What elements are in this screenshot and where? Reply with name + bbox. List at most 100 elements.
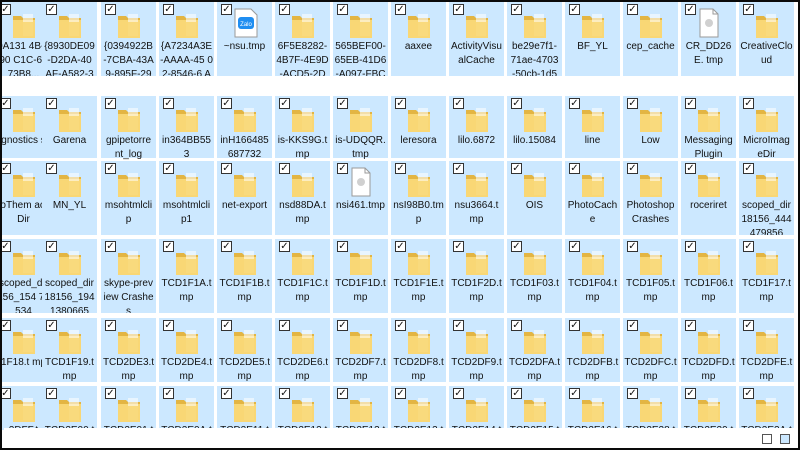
select-checkbox[interactable]: ✓ xyxy=(453,4,464,15)
file-item[interactable]: ✓ TCD1F04.t mp xyxy=(565,239,620,313)
select-checkbox[interactable]: ✓ xyxy=(46,241,57,252)
select-checkbox[interactable]: ✓ xyxy=(685,4,696,15)
select-checkbox[interactable]: ✓ xyxy=(627,4,638,15)
file-item[interactable]: ✓TCD2E01.t xyxy=(101,386,156,430)
select-checkbox[interactable]: ✓ xyxy=(279,320,290,331)
select-checkbox[interactable]: ✓ xyxy=(337,320,348,331)
file-item[interactable]: ✓ leresora xyxy=(391,96,446,158)
select-checkbox[interactable]: ✓ xyxy=(743,388,754,399)
select-checkbox[interactable]: ✓ xyxy=(46,98,57,109)
select-checkbox[interactable]: ✓ xyxy=(627,98,638,109)
file-item[interactable]: ✓ BF_YL xyxy=(565,2,620,76)
file-item[interactable]: ✓ Garena xyxy=(42,96,97,158)
file-item[interactable]: ✓ is-KKS9G.t mp xyxy=(275,96,330,160)
select-checkbox[interactable]: ✓ xyxy=(395,98,406,109)
select-checkbox[interactable]: ✓ xyxy=(337,241,348,252)
file-item[interactable]: ✓ msohtmlcli p xyxy=(101,161,156,235)
select-checkbox[interactable]: ✓ xyxy=(569,4,580,15)
select-checkbox[interactable]: ✓ xyxy=(453,163,464,174)
file-item[interactable]: ✓ TCD1F05.t mp xyxy=(623,239,678,313)
select-checkbox[interactable]: ✓ xyxy=(337,388,348,399)
select-checkbox[interactable]: ✓ xyxy=(511,98,522,109)
file-item[interactable]: ✓TCD2E0A.t xyxy=(159,386,214,430)
file-item[interactable]: ✓ MN_YL xyxy=(42,161,97,235)
file-item[interactable]: ✓ msohtmlcli p1 xyxy=(159,161,214,235)
select-checkbox[interactable]: ✓ xyxy=(163,163,174,174)
select-checkbox[interactable]: ✓ xyxy=(569,163,580,174)
file-item[interactable]: ✓ TCD2DFE.t mp xyxy=(739,318,794,382)
file-item[interactable]: ✓ nsi461.tmp xyxy=(333,161,388,235)
select-checkbox[interactable]: ✓ xyxy=(105,4,116,15)
select-checkbox[interactable]: ✓ xyxy=(105,98,116,109)
select-checkbox[interactable]: ✓ xyxy=(105,320,116,331)
select-checkbox[interactable]: ✓ xyxy=(105,388,116,399)
file-item[interactable]: ✓ TCD2DFC.t mp xyxy=(623,318,678,382)
select-checkbox[interactable]: ✓ xyxy=(337,98,348,109)
file-item[interactable]: ✓ Low xyxy=(623,96,678,158)
file-item[interactable]: ✓ TCD1F19.t mp xyxy=(42,318,97,382)
file-item[interactable]: ✓ TCD2DF7.t mp xyxy=(333,318,388,382)
select-checkbox[interactable]: ✓ xyxy=(46,388,57,399)
file-item[interactable]: ✓ be29e7f1- 71ae-4703 -50cb-1d5 2be512f51 xyxy=(507,2,562,76)
select-checkbox[interactable]: ✓ xyxy=(627,320,638,331)
select-checkbox[interactable]: ✓ xyxy=(743,163,754,174)
file-item[interactable]: ✓ ActivityVisu alCache xyxy=(449,2,504,76)
select-checkbox[interactable]: ✓ xyxy=(46,4,57,15)
file-item[interactable]: ✓ TCD1F17.t mp xyxy=(739,239,794,313)
select-checkbox[interactable]: ✓ xyxy=(743,4,754,15)
select-checkbox[interactable]: ✓ xyxy=(395,4,406,15)
select-checkbox[interactable]: ✓ xyxy=(337,4,348,15)
file-item[interactable]: ✓ skype-prev iew Crashes xyxy=(101,239,156,313)
select-checkbox[interactable]: ✓ xyxy=(511,163,522,174)
file-item[interactable]: ✓ inH166485 687732 xyxy=(217,96,272,160)
file-item[interactable]: ✓ TCD1F1D.t mp xyxy=(333,239,388,313)
file-item[interactable]: ✓TCD2E2A.t xyxy=(739,386,794,430)
file-item[interactable]: ✓ lilo.6872 xyxy=(449,96,504,158)
file-item[interactable]: ✓ Zalo ~nsu.tmp xyxy=(217,2,272,76)
select-checkbox[interactable]: ✓ xyxy=(627,388,638,399)
file-item[interactable]: ✓ MicroImag eDir xyxy=(739,96,794,160)
file-item[interactable]: ✓TCD2E11.t xyxy=(217,386,272,430)
select-checkbox[interactable]: ✓ xyxy=(163,241,174,252)
select-checkbox[interactable]: ✓ xyxy=(569,98,580,109)
file-item[interactable]: ✓TCD2E28.t xyxy=(623,386,678,430)
select-checkbox[interactable]: ✓ xyxy=(685,241,696,252)
file-item[interactable]: ✓ 6F5E8282- 4B7F-4E9D -ACD5-2D ECC8146... xyxy=(275,2,330,76)
file-item[interactable]: ✓ scoped_dir 18156_194 1380665 xyxy=(42,239,97,313)
file-item[interactable]: ✓ {8930DE09 -D2DA-40 AF-A582-3 3552ABF... xyxy=(42,2,97,76)
select-checkbox[interactable]: ✓ xyxy=(105,241,116,252)
select-checkbox[interactable]: ✓ xyxy=(279,163,290,174)
file-item[interactable]: ✓ {A7234A3E -AAAA-45 02-8546-6 AAED87F... xyxy=(159,2,214,76)
select-checkbox[interactable]: ✓ xyxy=(685,320,696,331)
file-item[interactable]: ✓TCD2E29.t xyxy=(681,386,736,430)
file-item[interactable]: ✓ TCD1F2D.t mp xyxy=(449,239,504,313)
file-item[interactable]: ✓ CR_DD26E. tmp xyxy=(681,2,736,76)
details-view-icon[interactable] xyxy=(761,434,772,444)
select-checkbox[interactable]: ✓ xyxy=(743,241,754,252)
file-item[interactable]: ✓ Photoshop Crashes xyxy=(623,161,678,235)
file-item[interactable]: ✓ TCD1F1C.t mp xyxy=(275,239,330,313)
file-item[interactable]: ✓ TCD2DFA.t mp xyxy=(507,318,562,382)
select-checkbox[interactable]: ✓ xyxy=(511,388,522,399)
file-item[interactable]: ✓TCD2E00.t xyxy=(42,386,97,430)
select-checkbox[interactable]: ✓ xyxy=(163,98,174,109)
large-icons-view-icon[interactable] xyxy=(780,434,790,444)
file-item[interactable]: ✓ TCD1F03.t mp xyxy=(507,239,562,313)
file-item[interactable]: ✓ line xyxy=(565,96,620,158)
file-item[interactable]: ✓ is-UDQQR. tmp xyxy=(333,96,388,160)
file-item[interactable]: ✓ nsI98B0.tm p xyxy=(391,161,446,235)
select-checkbox[interactable]: ✓ xyxy=(395,388,406,399)
file-item[interactable]: ✓ gpipetorre nt_log xyxy=(101,96,156,160)
file-item[interactable]: ✓ net-export xyxy=(217,161,272,235)
file-item[interactable]: ✓TCD2E13.t xyxy=(391,386,446,430)
select-checkbox[interactable]: ✓ xyxy=(627,163,638,174)
select-checkbox[interactable]: ✓ xyxy=(46,163,57,174)
select-checkbox[interactable]: ✓ xyxy=(395,241,406,252)
file-item[interactable]: ✓ OIS xyxy=(507,161,562,235)
select-checkbox[interactable]: ✓ xyxy=(685,98,696,109)
file-item[interactable]: ✓ cep_cache xyxy=(623,2,678,76)
select-checkbox[interactable]: ✓ xyxy=(221,241,232,252)
file-item[interactable]: ✓TCD2E12.t xyxy=(275,386,330,430)
select-checkbox[interactable]: ✓ xyxy=(46,320,57,331)
select-checkbox[interactable]: ✓ xyxy=(743,98,754,109)
